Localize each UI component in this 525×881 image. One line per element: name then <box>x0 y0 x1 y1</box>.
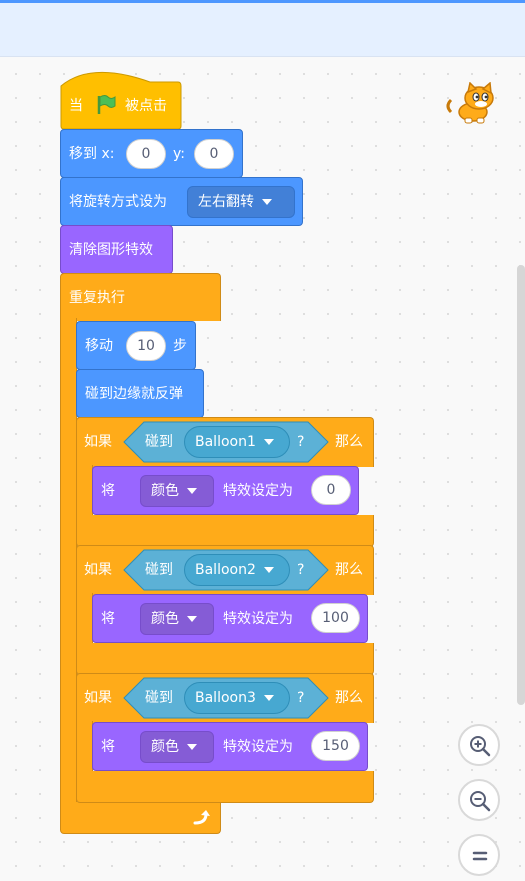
hat-block-shape <box>60 72 182 130</box>
if-footer <box>76 771 374 803</box>
touch-target-value: Balloon1 <box>195 434 256 450</box>
x-input[interactable]: 0 <box>126 139 166 169</box>
effect-value-input[interactable]: 0 <box>311 475 351 505</box>
rotation-label: 将旋转方式设为 <box>69 194 167 210</box>
chevron-down-icon <box>187 488 197 494</box>
chevron-down-icon <box>263 567 274 573</box>
effect-dropdown[interactable]: 颜色 <box>140 603 214 635</box>
forever-label: 重复执行 <box>69 290 125 306</box>
set-label: 将 <box>101 739 115 755</box>
forever-arm <box>60 318 77 804</box>
zoom-out-icon <box>470 791 491 812</box>
effect-dropdown[interactable]: 颜色 <box>140 731 214 763</box>
if-arm <box>76 465 93 517</box>
touching-label: 碰到 <box>145 434 173 450</box>
effect-value-input[interactable]: 150 <box>311 731 360 761</box>
vertical-scrollbar[interactable] <box>517 265 525 705</box>
then-label: 那么 <box>335 434 363 450</box>
touching-label: 碰到 <box>145 690 173 706</box>
effect-value: 颜色 <box>151 483 179 499</box>
move-label: 移动 <box>85 338 113 354</box>
y-label: y: <box>173 146 185 162</box>
when-label: 当 <box>69 98 83 114</box>
touching-label: 碰到 <box>145 562 173 578</box>
sprite-cat-icon <box>446 82 494 124</box>
effect-to-label: 特效设定为 <box>223 611 293 627</box>
loop-arrow-icon <box>193 810 210 825</box>
top-toolbar <box>0 0 525 57</box>
touch-target-value: Balloon2 <box>195 562 256 578</box>
y-input[interactable]: 0 <box>194 139 234 169</box>
if-arm <box>76 593 93 645</box>
if-label: 如果 <box>84 690 112 706</box>
if-arm <box>76 721 93 773</box>
touch-target-dropdown[interactable]: Balloon2 <box>184 554 290 586</box>
zoom-out-button[interactable] <box>458 779 500 821</box>
effect-value: 颜色 <box>151 611 179 627</box>
reset-zoom-button[interactable] <box>458 834 500 876</box>
question-mark: ? <box>297 690 305 706</box>
chevron-down-icon <box>263 695 274 701</box>
effect-to-label: 特效设定为 <box>223 739 293 755</box>
reset-zoom-icon <box>472 851 488 861</box>
effect-dropdown[interactable]: 颜色 <box>140 475 214 507</box>
set-label: 将 <box>101 483 115 499</box>
zoom-in-icon <box>470 736 491 757</box>
touch-target-value: Balloon3 <box>195 690 256 706</box>
if-footer <box>76 515 374 547</box>
if-label: 如果 <box>84 562 112 578</box>
touch-target-dropdown[interactable]: Balloon1 <box>184 426 290 458</box>
then-label: 那么 <box>335 690 363 706</box>
bounce-label: 碰到边缘就反弹 <box>85 386 183 402</box>
clicked-label: 被点击 <box>125 98 167 114</box>
green-flag-icon <box>97 95 116 114</box>
if-footer <box>76 643 374 675</box>
steps-input[interactable]: 10 <box>126 331 166 361</box>
chevron-down-icon <box>263 439 274 445</box>
rotation-style-value: 左右翻转 <box>198 194 254 210</box>
steps-unit-label: 步 <box>173 338 187 354</box>
rotation-style-dropdown[interactable]: 左右翻转 <box>187 186 295 218</box>
effect-value-input[interactable]: 100 <box>311 603 360 633</box>
goto-label: 移到 x: <box>69 146 115 162</box>
chevron-down-icon <box>187 616 197 622</box>
set-label: 将 <box>101 611 115 627</box>
if-label: 如果 <box>84 434 112 450</box>
clear-effects-label: 清除图形特效 <box>69 242 153 258</box>
zoom-in-button[interactable] <box>458 724 500 766</box>
question-mark: ? <box>297 434 305 450</box>
question-mark: ? <box>297 562 305 578</box>
chevron-down-icon <box>262 199 272 205</box>
touch-target-dropdown[interactable]: Balloon3 <box>184 682 290 714</box>
then-label: 那么 <box>335 562 363 578</box>
effect-value: 颜色 <box>151 739 179 755</box>
chevron-down-icon <box>187 744 197 750</box>
effect-to-label: 特效设定为 <box>223 483 293 499</box>
